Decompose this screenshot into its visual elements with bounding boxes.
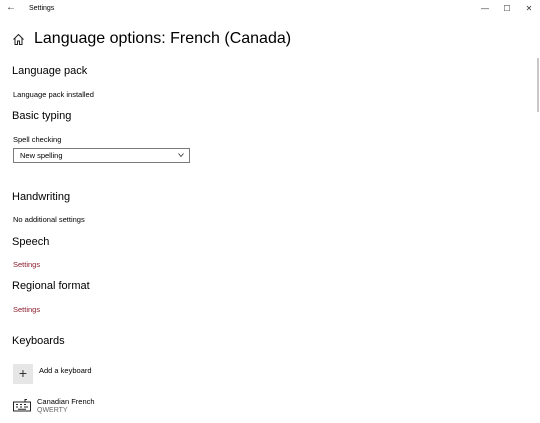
handwriting-status: No additional settings (13, 215, 85, 224)
spell-checking-value: New spelling (20, 151, 63, 160)
window-controls: — ☐ ✕ (474, 0, 540, 18)
spell-checking-label: Spell checking (13, 135, 62, 144)
title-bar: ← Settings — ☐ ✕ (0, 0, 540, 18)
page-header: Language options: French (Canada) (12, 30, 291, 48)
add-keyboard-label[interactable]: Add a keyboard (39, 366, 92, 375)
handwriting-heading: Handwriting (12, 191, 71, 203)
keyboard-icon (13, 399, 31, 412)
scrollbar-thumb[interactable] (537, 58, 539, 112)
minimize-button[interactable]: — (474, 0, 496, 18)
speech-heading: Speech (12, 236, 50, 248)
keyboard-name[interactable]: Canadian French (37, 397, 95, 406)
keyboards-heading: Keyboards (12, 335, 65, 347)
maximize-button[interactable]: ☐ (496, 0, 518, 18)
speech-settings-link[interactable]: Settings (13, 260, 40, 269)
regional-format-settings-link[interactable]: Settings (13, 305, 40, 314)
home-icon[interactable] (12, 33, 25, 46)
window-title: Settings (29, 5, 55, 12)
keyboard-layout: QWERTY (37, 407, 68, 414)
spell-checking-dropdown[interactable]: New spelling (13, 148, 190, 163)
plus-icon: + (18, 365, 28, 381)
back-arrow-icon[interactable]: ← (6, 2, 16, 13)
regional-format-heading: Regional format (12, 280, 90, 292)
page-title: Language options: French (Canada) (34, 30, 292, 47)
close-button[interactable]: ✕ (518, 0, 540, 18)
basic-typing-heading: Basic typing (12, 110, 72, 122)
chevron-down-icon (178, 153, 184, 158)
add-keyboard-button[interactable]: + (13, 364, 33, 384)
language-pack-heading: Language pack (12, 65, 88, 77)
language-pack-status: Language pack installed (13, 90, 94, 99)
